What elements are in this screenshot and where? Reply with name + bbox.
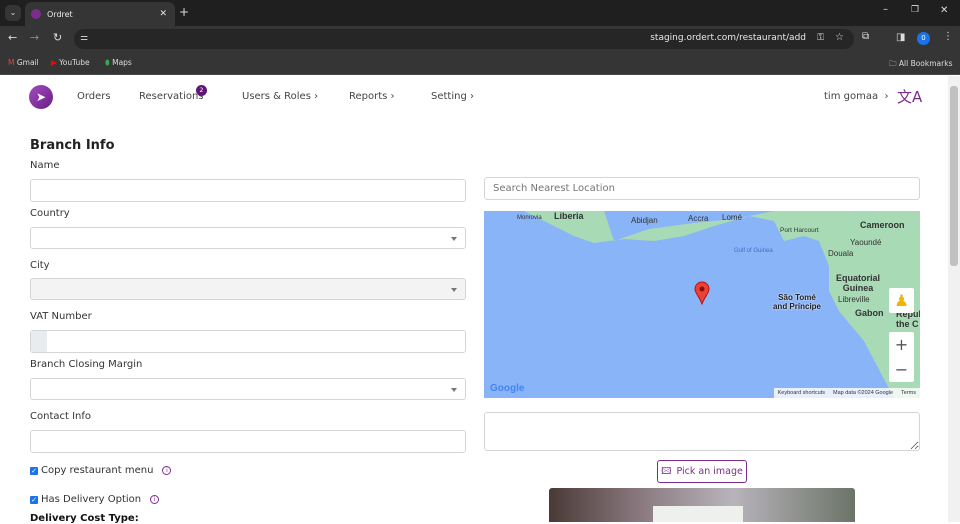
- app-logo[interactable]: ➤: [29, 85, 53, 109]
- pick-image-button[interactable]: 🖾 Pick an image: [657, 460, 747, 483]
- map-label: São Tomé and Príncipe: [772, 293, 821, 311]
- map-label: Gabon: [855, 308, 884, 318]
- name-input[interactable]: [30, 179, 466, 202]
- closing-margin-select[interactable]: [30, 378, 466, 400]
- language-icon[interactable]: 文A: [897, 86, 922, 107]
- vat-prefix: [31, 331, 47, 352]
- reservations-badge: 2: [196, 85, 207, 96]
- tab-search-icon[interactable]: ⌄: [5, 5, 21, 21]
- window-close-icon[interactable]: ✕: [940, 5, 948, 16]
- city-label: City: [30, 260, 50, 271]
- zoom-controls: + −: [889, 332, 914, 382]
- country-label: Country: [30, 208, 70, 219]
- nav-reservations[interactable]: Reservations: [139, 91, 204, 102]
- zoom-in-button[interactable]: +: [889, 332, 914, 357]
- address-bar[interactable]: ⚌ staging.ordert.com/restaurant/add ⚿ ☆: [74, 29, 854, 49]
- nav-reports[interactable]: Reports ›: [349, 91, 395, 102]
- user-menu[interactable]: tim gomaa ›: [824, 91, 888, 102]
- nav-orders[interactable]: Orders: [77, 91, 111, 102]
- tab-title: Ordret: [47, 9, 73, 19]
- copy-menu-option: ✓ Copy restaurant menu i: [30, 465, 172, 476]
- contact-input[interactable]: [30, 430, 466, 453]
- maps-icon: ⬮: [105, 58, 110, 67]
- forward-icon[interactable]: →: [30, 31, 39, 44]
- zoom-out-button[interactable]: −: [889, 357, 914, 382]
- chevron-right-icon: ›: [884, 91, 889, 102]
- map-label: Accra: [688, 214, 709, 223]
- scrollbar-thumb[interactable]: [950, 86, 958, 266]
- nav-setting[interactable]: Setting ›: [431, 91, 474, 102]
- close-tab-icon[interactable]: ✕: [159, 9, 167, 19]
- info-icon[interactable]: i: [162, 466, 172, 475]
- browser-tab[interactable]: Ordret ✕: [25, 2, 175, 26]
- site-settings-icon[interactable]: ⚌: [80, 33, 88, 43]
- map-footer: Keyboard shortcuts Map data ©2024 Google T…: [773, 388, 920, 398]
- youtube-icon: ▶: [51, 58, 57, 67]
- chevron-right-icon: ›: [390, 91, 395, 102]
- terms-link[interactable]: Terms: [901, 390, 916, 396]
- location-search-input[interactable]: [484, 177, 920, 200]
- bookmark-maps[interactable]: ⬮ Maps: [105, 58, 132, 68]
- map-label: Gulf of Guinea: [734, 248, 773, 254]
- menu-icon[interactable]: ⋮: [943, 31, 953, 42]
- map-data-text: Map data ©2024 Google: [833, 390, 894, 396]
- profile-avatar[interactable]: 0: [917, 32, 930, 45]
- map-label: Abidjan: [631, 216, 658, 225]
- new-tab-icon[interactable]: +: [179, 5, 189, 19]
- bookmark-star-icon[interactable]: ☆: [835, 32, 844, 43]
- password-key-icon[interactable]: ⚿: [817, 33, 824, 43]
- bookmark-gmail[interactable]: M Gmail: [8, 58, 39, 67]
- info-icon[interactable]: i: [150, 495, 160, 504]
- bookmarks-bar: M Gmail ▶ YouTube ⬮ Maps 🗀 All Bookmarks: [0, 52, 960, 75]
- restore-icon[interactable]: ❐: [911, 5, 919, 15]
- map-label: Douala: [828, 249, 854, 258]
- browser-tab-strip: ⌄ Ordret ✕ + – ❐ ✕: [0, 0, 960, 26]
- vat-label: VAT Number: [30, 311, 92, 322]
- keyboard-shortcuts-link[interactable]: Keyboard shortcuts: [778, 390, 825, 396]
- side-panel-icon[interactable]: ◨: [896, 32, 905, 43]
- minimize-icon[interactable]: –: [883, 4, 888, 15]
- delivery-option: ✓ Has Delivery Option i: [30, 494, 160, 505]
- page-title: Branch Info: [30, 138, 115, 153]
- google-logo: Google: [490, 383, 525, 394]
- map-label: Lomé: [722, 213, 743, 222]
- country-select[interactable]: [30, 227, 466, 249]
- all-bookmarks[interactable]: 🗀 All Bookmarks: [889, 58, 952, 71]
- extensions-icon[interactable]: ⧉: [862, 31, 869, 42]
- map-label: Port Harcourt: [780, 227, 819, 234]
- map-pin-icon[interactable]: [694, 281, 710, 305]
- add-image-icon: 🖾: [661, 465, 672, 477]
- map-label: Yaoundé: [850, 238, 882, 247]
- back-icon[interactable]: ←: [8, 31, 17, 44]
- nav-users-roles[interactable]: Users & Roles ›: [242, 91, 318, 102]
- contact-label: Contact Info: [30, 411, 92, 422]
- vat-input[interactable]: [30, 330, 466, 353]
- closing-margin-label: Branch Closing Margin: [30, 359, 143, 370]
- map-label: Cameroon: [860, 220, 905, 230]
- chevron-right-icon: ›: [314, 91, 319, 102]
- favicon-icon: [31, 9, 41, 19]
- branch-image-preview: [549, 488, 855, 522]
- street-view-pegman-icon[interactable]: ♟: [889, 288, 914, 313]
- url-text: staging.ordert.com/restaurant/add: [650, 33, 806, 43]
- copy-menu-checkbox[interactable]: ✓: [30, 466, 38, 475]
- map-label: Liberia: [554, 211, 584, 221]
- delivery-cost-type-label: Delivery Cost Type:: [30, 513, 139, 524]
- image-card: [653, 506, 743, 522]
- bookmark-youtube[interactable]: ▶ YouTube: [51, 58, 90, 67]
- gmail-icon: M: [8, 58, 15, 67]
- name-label: Name: [30, 160, 60, 171]
- map[interactable]: Monrovia Liberia Abidjan Accra Lomé Port…: [484, 211, 920, 398]
- scrollbar[interactable]: [948, 76, 960, 522]
- folder-icon: 🗀: [889, 59, 897, 68]
- map-label: Monrovia: [517, 215, 542, 221]
- city-select[interactable]: [30, 278, 466, 300]
- reload-icon[interactable]: ↻: [53, 31, 62, 44]
- has-delivery-checkbox[interactable]: ✓: [30, 495, 38, 504]
- address-textarea[interactable]: [484, 412, 920, 451]
- map-label: Equatorial Guinea: [835, 273, 880, 293]
- map-label: Libreville: [838, 295, 870, 304]
- chevron-right-icon: ›: [470, 91, 474, 102]
